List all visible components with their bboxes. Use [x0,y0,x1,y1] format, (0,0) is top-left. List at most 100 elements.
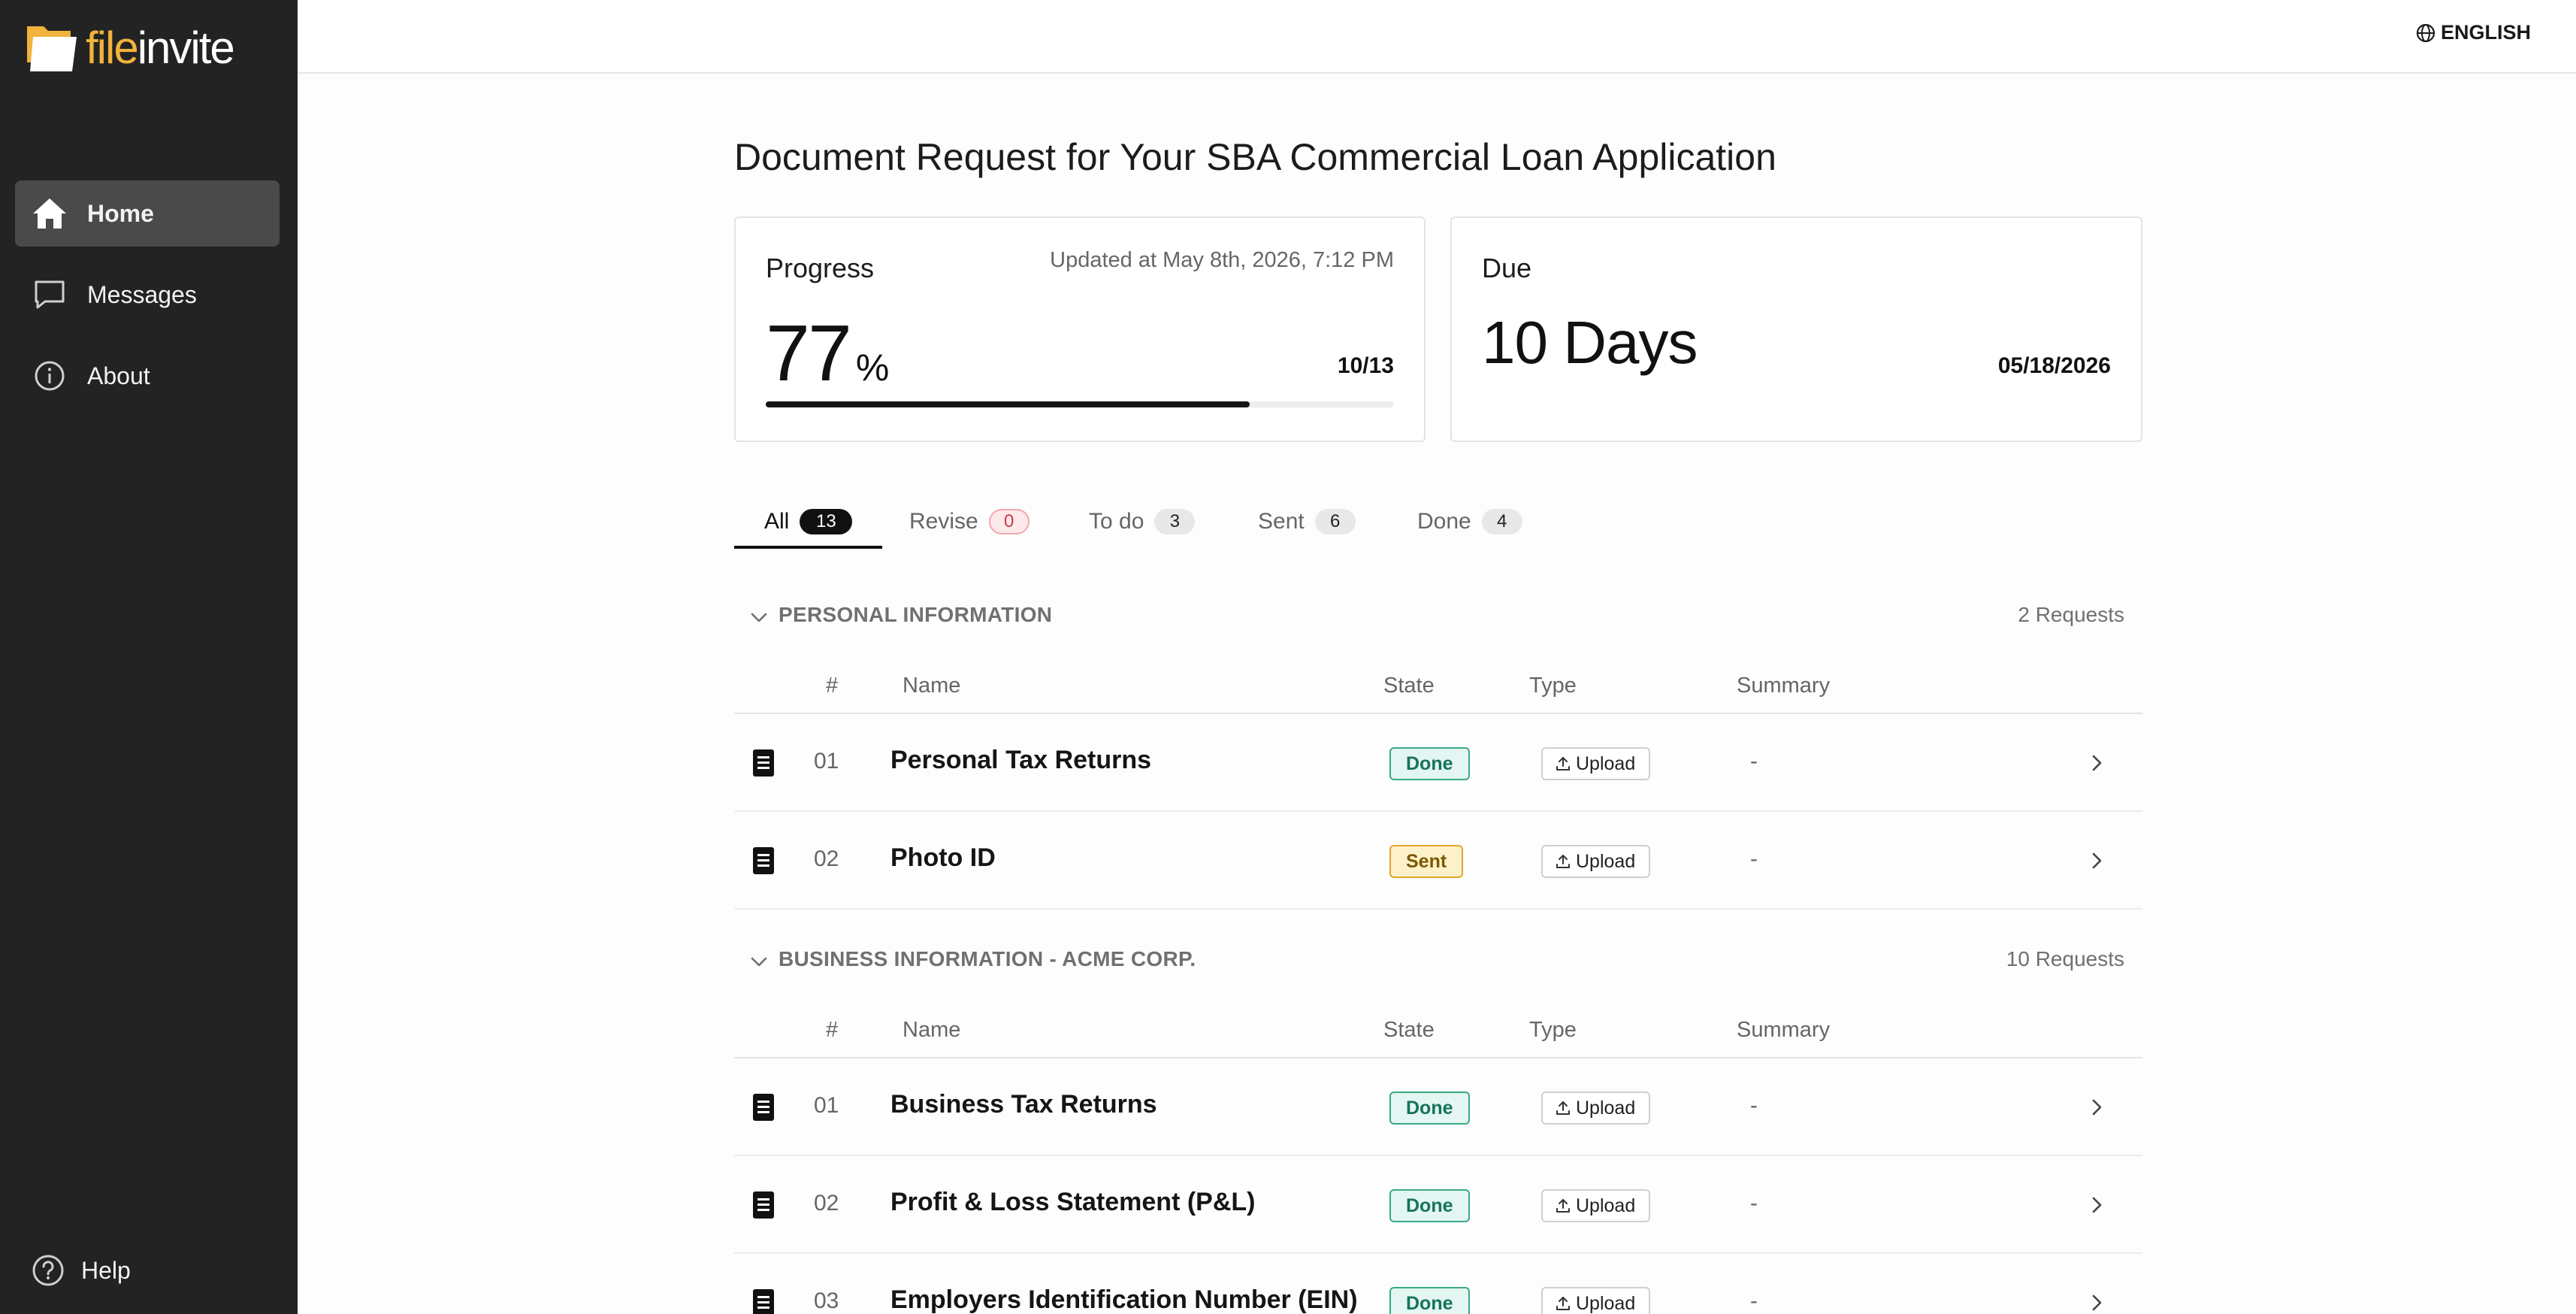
folder-logo-icon [26,20,83,74]
document-icon [752,846,775,875]
tab-count-badge: 3 [1154,509,1196,534]
upload-icon [1556,1199,1570,1213]
chevron-right-icon[interactable] [2087,849,2106,872]
table-row[interactable]: 02 Photo ID Sent Upload - [734,812,2142,910]
tab-done[interactable]: Done 4 [1417,495,1522,549]
row-summary: - [1750,846,1758,871]
sidebar-item-messages[interactable]: Messages [15,262,280,328]
row-name: Personal Tax Returns [890,746,1152,774]
state-badge: Done [1389,1091,1470,1125]
chevron-right-icon[interactable] [2087,752,2106,774]
upload-button[interactable]: Upload [1541,1287,1651,1314]
home-icon [32,195,68,232]
section-title: BUSINESS INFORMATION - ACME CORP. [779,947,1196,970]
tab-count-badge: 4 [1481,509,1522,534]
tab-sent[interactable]: Sent 6 [1258,495,1356,549]
progress-bar [766,401,1394,407]
logo[interactable]: fileinvite [26,20,235,75]
tab-count-badge: 6 [1314,509,1356,534]
upload-button[interactable]: Upload [1541,845,1651,878]
section-header-business[interactable]: BUSINESS INFORMATION - ACME CORP. 10 Req… [734,938,2142,983]
sidebar-item-home[interactable]: Home [15,180,280,247]
help-label: Help [81,1256,131,1284]
chevron-right-icon[interactable] [2087,1096,2106,1119]
row-number: 01 [814,1093,839,1118]
type-label: Upload [1576,850,1636,872]
sidebar-item-label: Messages [87,280,197,308]
col-state: State [1383,674,1435,698]
due-label: Due [1482,253,1532,283]
table-row[interactable]: 01 Business Tax Returns Done Upload - [734,1058,2142,1156]
page-title: Document Request for Your SBA Commercial… [734,136,1776,178]
upload-button[interactable]: Upload [1541,747,1651,780]
row-summary: - [1750,749,1758,774]
state-badge: Done [1389,1189,1470,1222]
tab-label: All [764,509,790,534]
upload-icon [1556,1101,1570,1115]
tab-label: Revise [909,509,978,534]
tab-to-do[interactable]: To do 3 [1089,495,1196,549]
globe-icon [2415,23,2436,44]
table-row[interactable]: 03 Employers Identification Number (EIN)… [734,1254,2142,1314]
type-label: Upload [1576,1292,1636,1314]
table-row[interactable]: 01 Personal Tax Returns Done Upload - [734,714,2142,812]
app-root: fileinvite Home Messages About Help ENGL… [0,0,2576,1314]
col-name: Name [903,674,961,698]
sidebar-item-about[interactable]: About [15,343,280,409]
section-title: PERSONAL INFORMATION [779,603,1053,626]
type-label: Upload [1576,752,1636,774]
chevron-right-icon[interactable] [2087,1291,2106,1314]
table-row[interactable]: 02 Profit & Loss Statement (P&L) Done Up… [734,1156,2142,1254]
tab-count-badge: 13 [800,509,853,534]
section-header-personal[interactable]: PERSONAL INFORMATION 2 Requests [734,594,2142,639]
percent-sign: % [855,347,890,389]
col-type: Type [1529,1018,1577,1042]
progress-bar-fill [766,401,1250,407]
sidebar-item-label: Home [87,199,154,227]
logo-text-file: file [86,22,139,73]
row-number: 03 [814,1288,839,1313]
col-type: Type [1529,674,1577,698]
chevron-down-icon [749,952,769,971]
updated-timestamp: Updated at May 8th, 2026, 7:12 PM [1050,248,1394,272]
col-num: # [826,1018,839,1042]
chevron-right-icon[interactable] [2087,1194,2106,1216]
col-state: State [1383,1018,1435,1042]
type-label: Upload [1576,1194,1636,1216]
logo-text: fileinvite [86,22,235,74]
tab-all[interactable]: All 13 [733,495,883,549]
row-number: 01 [814,749,839,774]
row-number: 02 [814,1191,839,1216]
upload-button[interactable]: Upload [1541,1091,1651,1125]
col-name: Name [903,1018,961,1042]
logo-text-invite: invite [137,22,235,73]
upload-icon [1556,855,1570,868]
language-label: ENGLISH [2440,21,2531,44]
message-icon [32,277,68,313]
sidebar-nav: Home Messages About [15,180,280,424]
progress-card: Progress Updated at May 8th, 2026, 7:12 … [734,216,1426,442]
col-summary: Summary [1737,1018,1831,1042]
chevron-down-icon [749,607,769,627]
row-name: Business Tax Returns [890,1090,1157,1119]
tab-count-badge: 0 [988,509,1029,534]
row-summary: - [1750,1288,1758,1313]
info-icon [32,358,68,394]
topbar: ENGLISH [298,0,2576,74]
upload-button[interactable]: Upload [1541,1189,1651,1222]
language-selector[interactable]: ENGLISH [2415,21,2531,44]
row-summary: - [1750,1191,1758,1216]
progress-percent-value: 77 [766,309,852,398]
tab-label: To do [1089,509,1144,534]
due-date: 05/18/2026 [1997,353,2111,378]
document-icon [752,1093,775,1122]
section-request-count: 10 Requests [2006,947,2124,970]
due-days: 10 Days [1482,309,1698,376]
table-header: # Name State Type Summary [734,1004,2142,1058]
state-badge: Done [1389,747,1470,780]
col-num: # [826,674,839,698]
type-label: Upload [1576,1097,1636,1119]
sidebar-item-label: About [87,362,150,389]
tab-revise[interactable]: Revise 0 [909,495,1029,549]
help-link[interactable]: Help [32,1254,131,1287]
